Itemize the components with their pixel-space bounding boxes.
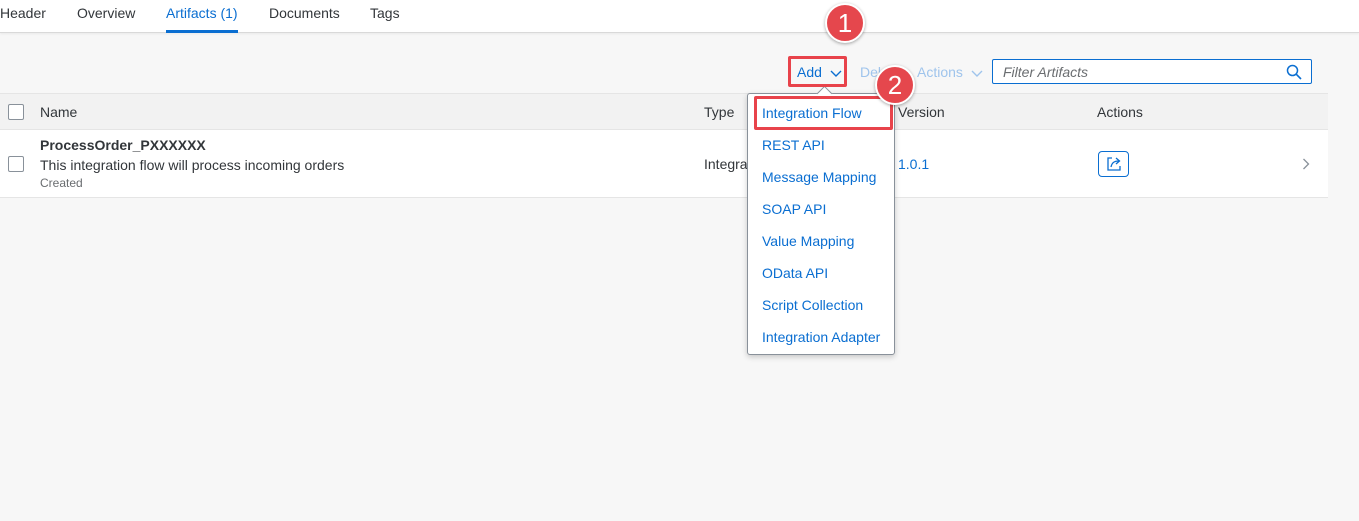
menu-item-script-collection[interactable]: Script Collection [748,289,894,321]
menu-item-integration-flow[interactable]: Integration Flow [748,97,894,129]
chevron-down-icon [971,61,983,85]
menu-item-integration-adapter[interactable]: Integration Adapter [748,321,894,353]
step-badge-2: 2 [875,65,915,105]
artifact-description: This integration flow will process incom… [40,157,345,173]
filter-artifacts-input[interactable] [993,60,1283,83]
menu-item-message-mapping[interactable]: Message Mapping [748,161,894,193]
table-header: Name Type Version Actions [0,93,1328,130]
menu-item-value-mapping[interactable]: Value Mapping [748,225,894,257]
open-in-new-icon [1107,157,1121,171]
column-header-name: Name [40,104,78,120]
add-label: Add [797,64,822,80]
select-all-checkbox[interactable] [8,104,24,120]
tab-bar: Header Overview Artifacts (1) Documents … [0,0,1359,33]
artifact-version-link[interactable]: 1.0.1 [898,156,929,172]
menu-item-rest-api[interactable]: REST API [748,129,894,161]
column-header-type: Type [704,104,735,120]
tab-documents[interactable]: Documents [269,0,340,33]
tab-overview[interactable]: Overview [77,0,135,33]
tab-tags[interactable]: Tags [370,0,400,33]
add-button[interactable]: Add [790,60,845,84]
add-dropdown-menu: Integration Flow REST API Message Mappin… [747,93,895,355]
tab-header[interactable]: Header [0,0,46,33]
actions-label: Actions [917,64,963,80]
open-artifact-button[interactable] [1098,151,1129,177]
artifact-name: ProcessOrder_PXXXXXX [40,137,206,153]
row-checkbox[interactable] [8,156,24,172]
table-row[interactable]: ProcessOrder_PXXXXXX This integration fl… [0,130,1328,198]
column-header-version: Version [898,104,945,120]
actions-button[interactable]: Actions [917,60,983,84]
tab-artifacts[interactable]: Artifacts (1) [166,0,238,33]
filter-artifacts-field[interactable] [992,59,1312,84]
chevron-down-icon [830,61,842,85]
artifact-status: Created [40,176,83,190]
menu-item-soap-api[interactable]: SOAP API [748,193,894,225]
search-icon[interactable] [1286,64,1302,80]
column-header-actions: Actions [1097,104,1143,120]
menu-item-odata-api[interactable]: OData API [748,257,894,289]
step-badge-1: 1 [825,3,865,43]
chevron-right-icon[interactable] [1302,157,1310,175]
